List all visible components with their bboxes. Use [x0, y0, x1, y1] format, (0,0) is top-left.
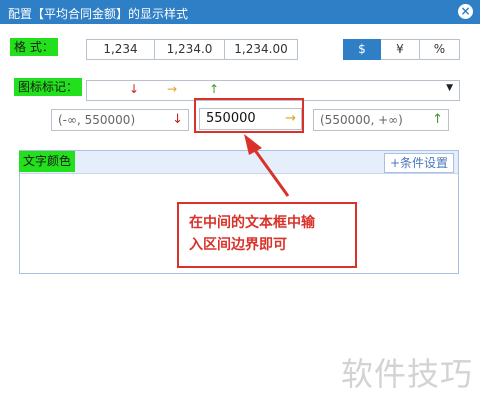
dialog-titlebar: 配置【平均合同金额】的显示样式 × [0, 0, 480, 24]
watermark: 软件技巧 [341, 355, 474, 393]
annotation-line-1: 在中间的文本框中输 [189, 215, 315, 231]
annotation-callout: 在中间的文本框中输 入区间边界即可 [177, 202, 357, 268]
close-icon[interactable]: × [458, 4, 473, 19]
annotation-line-2: 入区间边界即可 [189, 237, 287, 253]
dialog-title: 配置【平均合同金额】的显示样式 [8, 7, 189, 21]
dialog-content: 格 式： 1,234 1,234.0 1,234.00 $ ¥ % 图标标记： … [0, 24, 480, 403]
